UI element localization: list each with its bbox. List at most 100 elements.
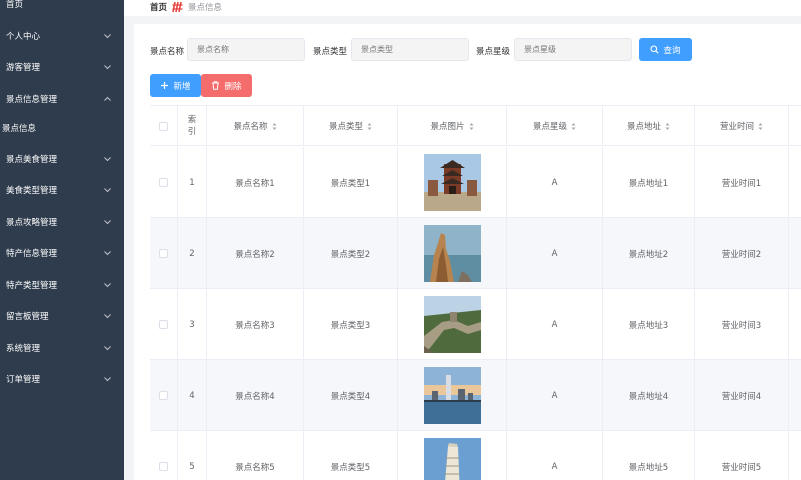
sidebar-item-label: 景点美食管理 xyxy=(6,155,58,165)
cell-scenic-image xyxy=(398,147,507,218)
sidebar-item-label: 美食类型管理 xyxy=(6,186,58,196)
breadcrumb-home[interactable]: 首页 xyxy=(150,1,167,13)
search-button[interactable]: 查询 xyxy=(639,38,692,61)
delete-button-label: 删除 xyxy=(224,81,242,92)
sidebar-item-scenic-info[interactable]: 景点信息 xyxy=(0,117,124,139)
header-business-hours[interactable]: 营业时间 xyxy=(695,106,789,146)
cell-scenic-image xyxy=(398,431,507,480)
sidebar-item-label: 景点信息管理 xyxy=(6,95,58,105)
sort-icon[interactable] xyxy=(469,122,474,131)
scenic-photo-leaning-tower[interactable] xyxy=(423,438,481,480)
header-scenic-star[interactable]: 景点星级 xyxy=(507,106,603,146)
sort-icon[interactable] xyxy=(665,122,670,131)
chevron-up-icon xyxy=(104,96,111,102)
scenic-photo-pagoda-gate[interactable] xyxy=(423,154,481,211)
cell-scenic-address: 景点地址1 xyxy=(603,147,695,218)
cell-scenic-address: 景点地址5 xyxy=(603,431,695,480)
sidebar-item-system-mgmt[interactable]: 系统管理 xyxy=(0,337,124,359)
cell-scenic-name: 景点名称3 xyxy=(207,289,304,360)
trash-icon xyxy=(211,81,220,90)
delete-button[interactable]: 删除 xyxy=(201,74,252,97)
sidebar-item-home[interactable]: 首页 xyxy=(0,0,124,15)
sidebar-item-specialty-info-mgmt[interactable]: 特产信息管理 xyxy=(0,242,124,264)
chevron-down-icon xyxy=(104,219,111,225)
table-row[interactable]: 1 景点名称1 景点类型1 A 景点地址1 营业时间1 xyxy=(150,147,801,218)
header-label: 景点地址 xyxy=(626,122,661,132)
scenic-type-input[interactable] xyxy=(351,38,469,61)
chevron-down-icon xyxy=(104,376,111,382)
sidebar-item-order-mgmt[interactable]: 订单管理 xyxy=(0,368,124,390)
main-area: 首页 景点信息 景点名称 景点类型 景点星级 查询 xyxy=(124,0,801,480)
scenic-star-input[interactable] xyxy=(514,38,632,61)
cell-scenic-type: 景点类型3 xyxy=(304,289,398,360)
row-checkbox[interactable] xyxy=(159,249,168,258)
cell-scenic-image xyxy=(398,218,507,289)
header-scenic-name[interactable]: 景点名称 xyxy=(207,106,304,146)
decorative-logo-icon xyxy=(172,1,183,13)
sidebar-item-personal-center[interactable]: 个人中心 xyxy=(0,25,124,47)
scenic-photo-city-skyline[interactable] xyxy=(423,367,481,424)
row-checkbox[interactable] xyxy=(159,391,168,400)
cell-index: 4 xyxy=(178,360,207,431)
sidebar-item-tourist-mgmt[interactable]: 游客管理 xyxy=(0,56,124,78)
cell-scenic-star: A xyxy=(507,360,603,431)
chevron-down-icon xyxy=(104,187,111,193)
cell-scenic-name: 景点名称1 xyxy=(207,147,304,218)
header-scenic-type[interactable]: 景点类型 xyxy=(304,106,398,146)
cell-scenic-star: A xyxy=(507,218,603,289)
sidebar-item-food-type-mgmt[interactable]: 美食类型管理 xyxy=(0,179,124,201)
select-all-checkbox[interactable] xyxy=(159,121,168,131)
table-row[interactable]: 4 景点名称4 景点类型4 A 景点地址4 营业时间4 xyxy=(150,360,801,431)
row-checkbox[interactable] xyxy=(159,178,168,187)
header-index: 索引 xyxy=(178,106,207,146)
row-select-cell xyxy=(150,218,178,289)
scenic-name-input[interactable] xyxy=(187,38,305,61)
cell-scenic-image xyxy=(398,289,507,360)
cell-scenic-type: 景点类型4 xyxy=(304,360,398,431)
chevron-down-icon xyxy=(104,282,111,288)
sidebar-item-label: 系统管理 xyxy=(6,344,41,354)
sidebar-item-guide-mgmt[interactable]: 景点攻略管理 xyxy=(0,211,124,233)
sidebar-item-label: 特产信息管理 xyxy=(6,249,58,259)
filter-name-label: 景点名称 xyxy=(150,47,185,57)
sidebar-item-label: 景点攻略管理 xyxy=(6,218,58,228)
sidebar-item-scenic-info-mgmt[interactable]: 景点信息管理 xyxy=(0,88,124,110)
cell-business-hours: 营业时间5 xyxy=(695,431,789,480)
sidebar-item-message-board-mgmt[interactable]: 留言板管理 xyxy=(0,305,124,327)
header-scenic-address[interactable]: 景点地址 xyxy=(603,106,695,146)
table-row[interactable]: 5 景点名称5 景点类型5 A 景点地址5 营业时间5 xyxy=(150,431,801,480)
cell-scenic-type: 景点类型2 xyxy=(304,218,398,289)
sort-icon[interactable] xyxy=(571,122,576,131)
cell-scenic-address: 景点地址2 xyxy=(603,218,695,289)
chevron-down-icon xyxy=(104,345,111,351)
sidebar-item-label: 订单管理 xyxy=(6,375,41,385)
sidebar-item-scenic-food-mgmt[interactable]: 景点美食管理 xyxy=(0,148,124,170)
cell-scenic-name: 景点名称2 xyxy=(207,218,304,289)
search-button-label: 查询 xyxy=(663,45,681,56)
plus-icon xyxy=(160,81,169,90)
scenic-table: 索引 景点名称 景点类型 景点图片 景点星级 景点地址 营业时间 1 景点名称1… xyxy=(150,105,801,480)
chevron-down-icon xyxy=(104,33,111,39)
cell-scenic-image xyxy=(398,360,507,431)
chevron-down-icon xyxy=(104,250,111,256)
header-scenic-image[interactable]: 景点图片 xyxy=(398,106,507,146)
sort-icon[interactable] xyxy=(272,122,277,131)
table-row[interactable]: 2 景点名称2 景点类型2 A 景点地址2 营业时间2 xyxy=(150,218,801,289)
scenic-photo-great-wall[interactable] xyxy=(423,296,481,353)
add-button[interactable]: 新增 xyxy=(150,74,201,97)
row-select-cell xyxy=(150,431,178,480)
scenic-photo-rock-pillar[interactable] xyxy=(423,225,481,282)
row-checkbox[interactable] xyxy=(159,320,168,329)
row-select-cell xyxy=(150,360,178,431)
filter-star-label: 景点星级 xyxy=(476,47,511,57)
sort-icon[interactable] xyxy=(758,122,763,131)
table-row[interactable]: 3 景点名称3 景点类型3 A 景点地址3 营业时间3 xyxy=(150,289,801,360)
sidebar-item-specialty-type-mgmt[interactable]: 特产类型管理 xyxy=(0,274,124,296)
sort-icon[interactable] xyxy=(367,122,372,131)
header-label: 营业时间 xyxy=(719,122,754,132)
add-button-label: 新增 xyxy=(173,81,191,92)
cell-index: 1 xyxy=(178,147,207,218)
cell-scenic-star: A xyxy=(507,431,603,480)
content-panel: 景点名称 景点类型 景点星级 查询 新增 删除 xyxy=(134,24,801,480)
row-checkbox[interactable] xyxy=(159,462,168,471)
